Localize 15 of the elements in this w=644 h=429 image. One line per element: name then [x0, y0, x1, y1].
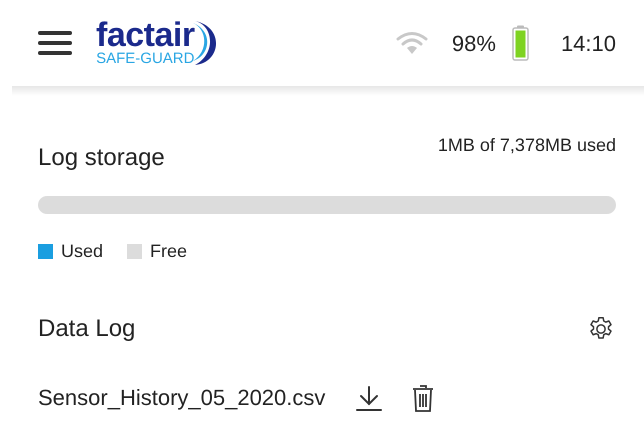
battery-percentage: 98%	[452, 30, 496, 58]
logo-tagline: SAFE-GUARD	[96, 50, 194, 66]
legend-label: Used	[61, 240, 104, 263]
storage-usage-text: 1MB of 7,378MB used	[438, 134, 616, 157]
menu-button[interactable]	[38, 30, 72, 56]
logo-name: factair	[96, 20, 195, 51]
wifi-icon	[396, 31, 428, 55]
download-button[interactable]	[355, 384, 384, 412]
section-title: Log storage	[38, 143, 165, 173]
file-name: Sensor_History_05_2020.csv	[38, 384, 326, 412]
clock-time: 14:10	[560, 30, 616, 58]
battery-icon	[512, 25, 529, 61]
section-title: Data Log	[38, 314, 136, 344]
delete-button[interactable]	[411, 382, 436, 412]
legend-label: Free	[150, 240, 188, 263]
